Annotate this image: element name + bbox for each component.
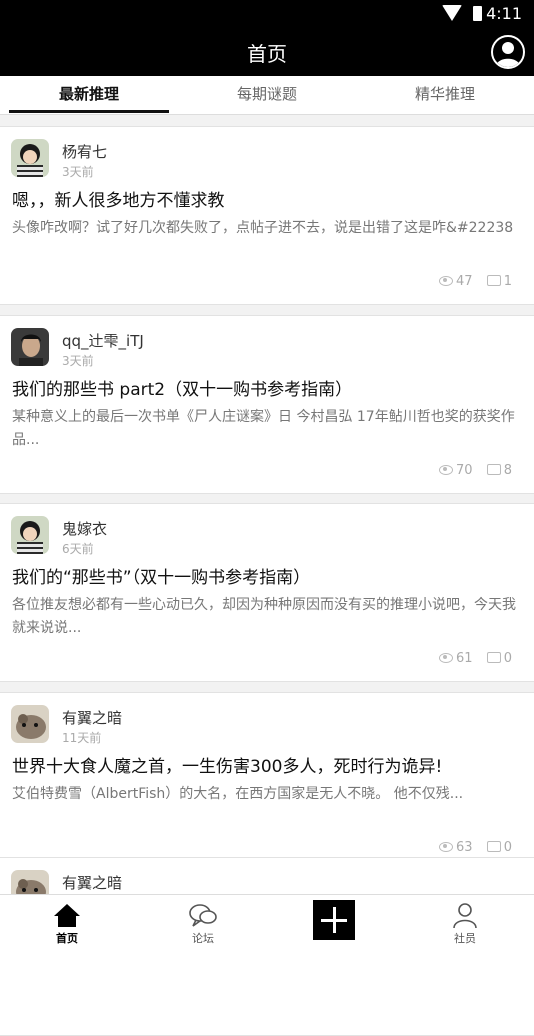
post-author[interactable]: 杨宥七 bbox=[62, 141, 107, 162]
comment-count: 0 bbox=[503, 651, 512, 666]
eye-icon bbox=[439, 842, 454, 852]
home-icon bbox=[54, 904, 80, 927]
post-excerpt: 各位推友想必都有一些心动已久，却因为种种原因而没有买的推理小说吧，今天我就来说说… bbox=[12, 597, 516, 636]
post-title[interactable]: 我们的“那些书”（双十一购书参考指南） bbox=[12, 563, 310, 588]
post-excerpt: 头像咋改啊？试了好几次都失败了，点帖子进不去，说是出错了这是咋&#22238 bbox=[12, 220, 514, 236]
comment-icon bbox=[486, 652, 501, 663]
post-author[interactable]: qq_辻雫_iTJ bbox=[62, 330, 144, 351]
person-icon bbox=[453, 903, 477, 929]
tab-featured[interactable]: 精华推理 bbox=[356, 76, 534, 114]
post-excerpt: 艾伯特费雪（AlbertFish）的大名，在西方国家是无人不晓。 他不仅残... bbox=[12, 786, 464, 802]
eye-icon bbox=[439, 653, 454, 663]
post-stats: 63 0 bbox=[429, 840, 512, 855]
nav-forum-label: 论坛 bbox=[192, 932, 214, 945]
post-title[interactable]: 世界十大食人魔之首，一生伤害300多人，死时行为诡异! bbox=[12, 752, 442, 777]
post-time: 11天前 bbox=[62, 731, 102, 745]
battery-icon bbox=[473, 6, 482, 21]
new-post-button[interactable] bbox=[313, 900, 355, 940]
comment-icon bbox=[486, 275, 501, 286]
comment-count: 8 bbox=[503, 463, 512, 478]
view-count: 63 bbox=[456, 840, 473, 855]
chat-bubbles-icon bbox=[189, 904, 217, 927]
bottom-nav: 首页 论坛 社员 bbox=[0, 894, 534, 950]
post-card[interactable]: 有翼之暗 11天前 世界十大食人魔之首，一生伤害300多人，死时行为诡异! 艾伯… bbox=[0, 692, 534, 871]
comment-icon bbox=[486, 464, 501, 475]
post-title[interactable]: 嗯，，新人很多地方不懂求教 bbox=[12, 186, 225, 211]
post-title[interactable]: 我们的那些书 part2（双十一购书参考指南） bbox=[12, 375, 352, 400]
comment-count: 0 bbox=[503, 840, 512, 855]
nav-home[interactable]: 首页 bbox=[0, 895, 134, 950]
post-excerpt: 某种意义上的最后一次书单《尸人庄谜案》日 今村昌弘 17年鲇川哲也奖的获奖作品.… bbox=[12, 409, 515, 448]
avatar[interactable] bbox=[11, 705, 49, 743]
post-author[interactable]: 鬼嫁衣 bbox=[62, 518, 107, 539]
post-time: 3天前 bbox=[62, 165, 94, 179]
eye-icon bbox=[439, 465, 454, 475]
post-stats: 70 8 bbox=[429, 463, 512, 478]
tab-puzzles[interactable]: 每期谜题 bbox=[178, 76, 356, 114]
post-author[interactable]: 有翼之暗 bbox=[62, 872, 122, 893]
status-time: 4:11 bbox=[486, 4, 522, 23]
profile-icon[interactable] bbox=[491, 35, 525, 69]
comment-count: 1 bbox=[503, 274, 512, 289]
status-bar: 4:11 bbox=[0, 0, 534, 28]
wifi-icon bbox=[442, 5, 462, 21]
nav-members[interactable]: 社员 bbox=[398, 895, 532, 950]
post-author[interactable]: 有翼之暗 bbox=[62, 707, 122, 728]
eye-icon bbox=[439, 276, 454, 286]
post-card[interactable]: 杨宥七 3天前 嗯，，新人很多地方不懂求教 头像咋改啊？试了好几次都失败了，点帖… bbox=[0, 126, 534, 305]
post-stats: 61 0 bbox=[429, 651, 512, 666]
view-count: 47 bbox=[456, 274, 473, 289]
nav-members-label: 社员 bbox=[454, 932, 476, 945]
avatar[interactable] bbox=[11, 139, 49, 177]
app-header: 首页 bbox=[0, 28, 534, 76]
post-card[interactable]: qq_辻雫_iTJ 3天前 我们的那些书 part2（双十一购书参考指南） 某种… bbox=[0, 315, 534, 494]
post-time: 6天前 bbox=[62, 542, 94, 556]
tab-bar: 最新推理 每期谜题 精华推理 bbox=[0, 76, 534, 115]
active-tab-indicator bbox=[9, 110, 169, 113]
post-time: 3天前 bbox=[62, 354, 94, 368]
avatar[interactable] bbox=[11, 328, 49, 366]
comment-icon bbox=[486, 841, 501, 852]
view-count: 61 bbox=[456, 651, 473, 666]
nav-forum[interactable]: 论坛 bbox=[136, 895, 270, 950]
post-stats: 47 1 bbox=[429, 274, 512, 289]
view-count: 70 bbox=[456, 463, 473, 478]
tab-latest[interactable]: 最新推理 bbox=[0, 76, 178, 114]
page-title: 首页 bbox=[247, 42, 287, 66]
nav-home-label: 首页 bbox=[56, 932, 78, 945]
post-card[interactable]: 鬼嫁衣 6天前 我们的“那些书”（双十一购书参考指南） 各位推友想必都有一些心动… bbox=[0, 503, 534, 682]
avatar[interactable] bbox=[11, 516, 49, 554]
